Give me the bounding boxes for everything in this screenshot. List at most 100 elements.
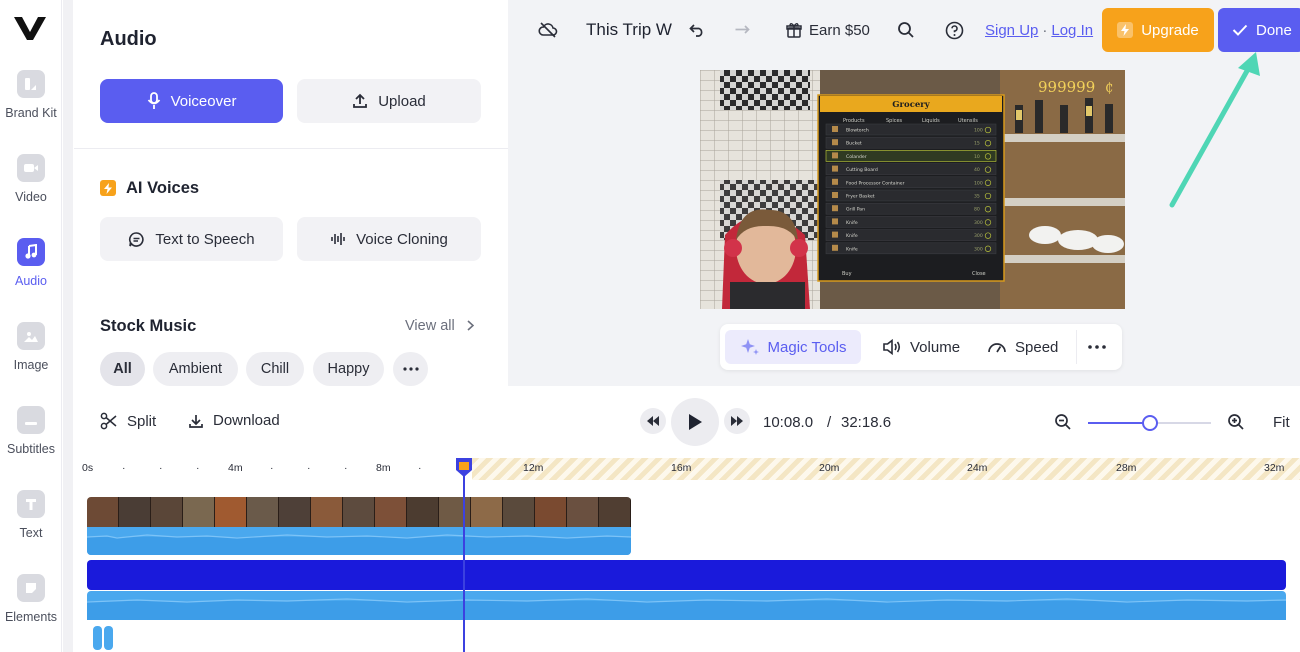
rail-label: Subtitles — [7, 442, 55, 456]
cloud-off-icon[interactable] — [538, 17, 558, 43]
done-label: Done — [1256, 21, 1292, 39]
menu-row-icon — [832, 165, 838, 172]
fast-forward-button[interactable] — [724, 408, 750, 434]
timeline-ruler[interactable]: 0s · · · 4m · · · 8m · 12m 16m 20m 24m 2… — [74, 458, 1300, 480]
menu-tab: Spices — [886, 118, 903, 124]
sign-up-link[interactable]: Sign Up — [985, 22, 1038, 39]
rail-label: Audio — [15, 274, 47, 288]
menu-row-name: Knife — [846, 233, 858, 239]
rail-item-image[interactable]: Image — [0, 322, 62, 398]
speedometer-icon — [988, 343, 1006, 353]
volume-button[interactable]: Volume — [882, 330, 960, 364]
total-time: 32:18.6 — [841, 414, 892, 431]
panel-divider — [74, 148, 508, 149]
chip-ambient[interactable]: Ambient — [153, 352, 238, 386]
rewind-icon — [647, 416, 659, 426]
zoom-slider-thumb[interactable] — [1141, 415, 1158, 431]
magic-tools-button[interactable]: Magic Tools — [725, 330, 861, 364]
download-button[interactable]: Download — [188, 412, 280, 429]
ruler-label: 32m — [1264, 462, 1285, 474]
ruler-label: 16m — [671, 462, 692, 474]
rewind-button[interactable] — [640, 408, 666, 434]
more-chips-button[interactable] — [393, 352, 428, 386]
rail-item-subtitles[interactable]: Subtitles — [0, 406, 62, 482]
play-button[interactable] — [671, 398, 719, 446]
menu-row-name: Colander — [846, 154, 867, 160]
menu-row-name: Bucket — [846, 141, 862, 147]
upload-icon — [353, 93, 368, 108]
ruler-label: 0s — [82, 462, 94, 474]
chip-all[interactable]: All — [100, 352, 145, 386]
chip-happy[interactable]: Happy — [313, 352, 384, 386]
view-all-link[interactable]: View all — [405, 318, 474, 334]
video-audio-waveform — [87, 527, 631, 555]
top-bar: This Trip W Earn $50 Sign Up · Log In Up… — [508, 0, 1300, 60]
rail-item-elements[interactable]: Elements — [0, 574, 62, 650]
menu-close: Close — [972, 271, 986, 277]
upload-button[interactable]: Upload — [297, 79, 481, 123]
voiceover-button[interactable]: Voiceover — [100, 79, 283, 123]
overlay-clip[interactable] — [87, 560, 1286, 590]
download-icon — [189, 414, 203, 428]
menu-row-name: Knife — [846, 246, 858, 252]
menu-row-price: 10 — [974, 154, 980, 160]
panel-scrollbar[interactable] — [63, 0, 73, 652]
ruler-label: 24m — [967, 462, 988, 474]
zoom-out-icon[interactable] — [1054, 413, 1072, 436]
upgrade-button[interactable]: Upgrade — [1102, 8, 1214, 52]
project-title[interactable]: This Trip W — [586, 17, 678, 43]
voice-cloning-button[interactable]: Voice Cloning — [297, 217, 481, 261]
rail-label: Video — [15, 190, 47, 204]
music-audio-clip[interactable] — [86, 591, 1287, 620]
search-icon[interactable] — [897, 17, 915, 43]
current-time: 10:08.0 — [763, 414, 814, 431]
menu-tab: Liquids — [922, 118, 940, 124]
speed-label: Speed — [1015, 338, 1059, 356]
rail-item-text[interactable]: Text — [0, 490, 62, 566]
help-icon[interactable] — [945, 17, 964, 43]
veed-logo[interactable] — [13, 14, 47, 42]
preview-stage: This Trip W Earn $50 Sign Up · Log In Up… — [508, 0, 1300, 386]
small-audio-clip[interactable] — [93, 626, 102, 650]
chip-chill[interactable]: Chill — [246, 352, 304, 386]
playhead-handle[interactable] — [454, 458, 474, 478]
undo-icon[interactable] — [689, 17, 705, 43]
fit-button[interactable]: Fit — [1273, 414, 1290, 431]
split-button[interactable]: Split — [100, 412, 156, 430]
download-label: Download — [213, 412, 280, 429]
video-thumbnails — [87, 497, 631, 527]
rail-label: Text — [19, 526, 43, 540]
menu-row-icon — [832, 231, 838, 238]
voice-cloning-label: Voice Cloning — [356, 230, 448, 248]
speed-button[interactable]: Speed — [987, 330, 1058, 364]
redo-icon[interactable] — [734, 17, 750, 43]
ruler-dot: · — [122, 462, 126, 474]
video-clip[interactable] — [87, 497, 631, 555]
upload-label: Upload — [378, 92, 426, 110]
lightning-icon — [100, 180, 116, 196]
rail-item-video[interactable]: Video — [0, 154, 62, 230]
stock-music-title: Stock Music — [100, 317, 197, 335]
earn-button[interactable]: Earn $50 — [786, 17, 870, 43]
zoom-in-icon[interactable] — [1227, 413, 1245, 436]
rail-item-audio[interactable]: Audio — [0, 232, 62, 314]
menu-row-icon — [832, 178, 838, 185]
zoom-slider[interactable] — [1088, 415, 1211, 431]
more-options-button[interactable] — [1088, 330, 1106, 364]
menu-row-price: 100 — [974, 180, 983, 186]
text-icon — [17, 490, 45, 518]
menu-row-price: 100 — [974, 128, 983, 134]
small-audio-clip[interactable] — [104, 626, 113, 650]
done-button[interactable]: Done — [1218, 8, 1300, 52]
split-label: Split — [127, 412, 157, 430]
ruler-dot: · — [270, 462, 274, 474]
video-preview[interactable]: 999999 ₵ Grocery Products Spices Liquids… — [700, 70, 1125, 309]
menu-row-icon — [832, 244, 838, 251]
log-in-link[interactable]: Log In — [1051, 22, 1093, 39]
text-to-speech-button[interactable]: Text to Speech — [100, 217, 283, 261]
menu-tab: Utensils — [958, 118, 978, 124]
image-icon — [17, 322, 45, 350]
panel-title: Audio — [100, 28, 157, 50]
rail-item-brand-kit[interactable]: Brand Kit — [0, 70, 62, 146]
ruler-dot: · — [418, 462, 422, 474]
